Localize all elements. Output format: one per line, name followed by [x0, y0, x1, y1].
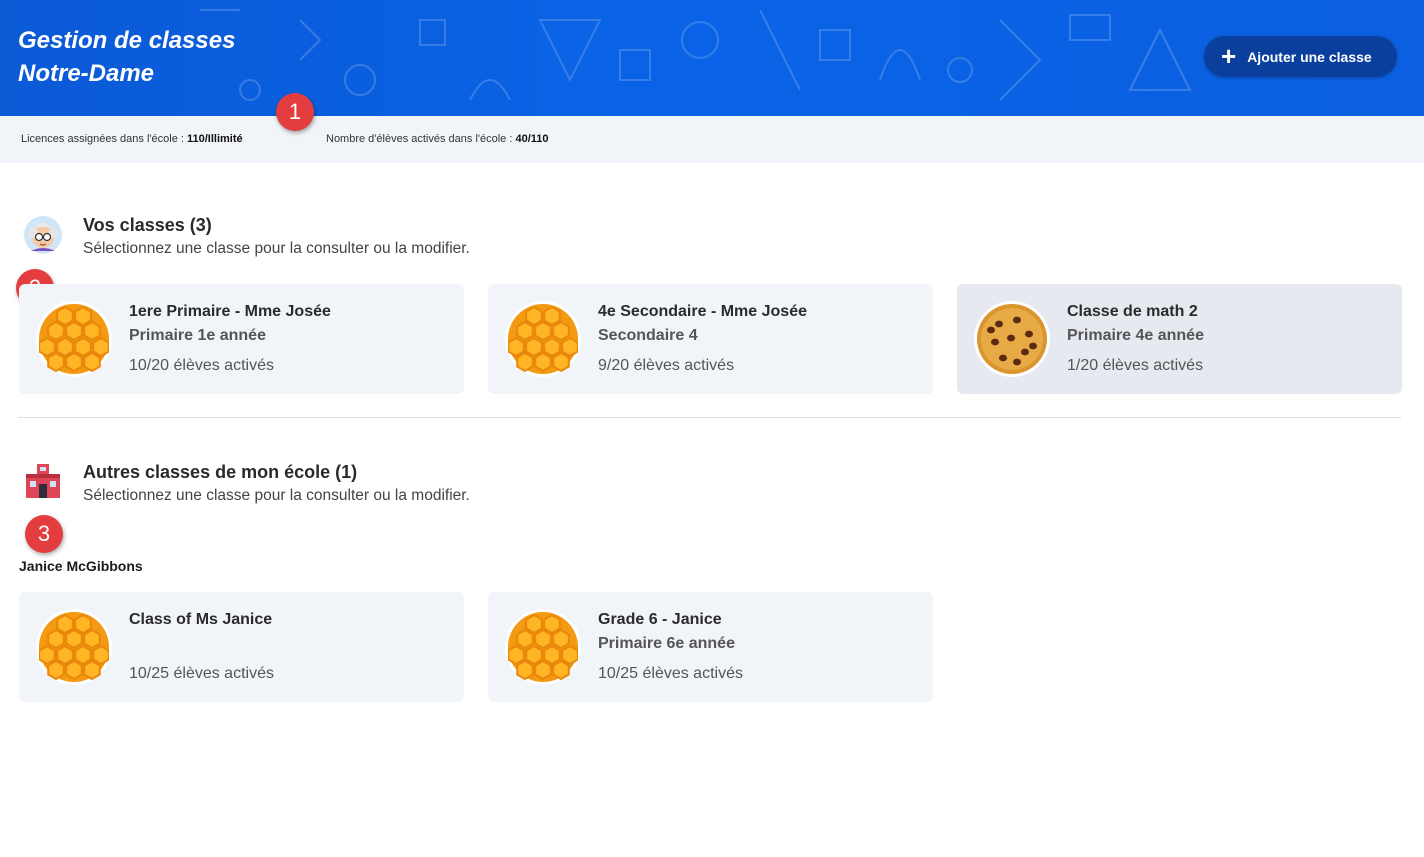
- honeycomb-icon: [36, 301, 112, 377]
- add-class-label: Ajouter une classe: [1247, 48, 1372, 65]
- honeycomb-icon: [505, 609, 581, 685]
- school-title: Gestion de classes Notre-Dame: [18, 24, 235, 90]
- licences-value: 110/Illimité: [186, 133, 243, 145]
- class-student-count: 1/20 élèves activés: [1067, 357, 1204, 374]
- plus-icon: +: [1221, 40, 1237, 71]
- class-title: 1ere Primaire - Mme Josée: [129, 303, 331, 320]
- students-stat: Nombre d'élèves activés dans l'école : 4…: [326, 133, 549, 145]
- class-title: Grade 6 - Janice: [598, 611, 722, 628]
- class-student-count: 10/20 élèves activés: [129, 357, 274, 374]
- class-grade: Primaire 6e année: [598, 635, 735, 652]
- school-building-icon: [26, 464, 60, 498]
- section-divider: [18, 417, 1401, 418]
- licences-label: Licences assignées dans l'école :: [21, 133, 187, 145]
- class-card[interactable]: Classe de math 2 Primaire 4e année 1/20 él…: [957, 284, 1402, 394]
- class-student-count: 9/20 élèves activés: [598, 357, 735, 374]
- title-line-2: Notre-Dame: [18, 60, 155, 87]
- page-header: Gestion de classes Notre-Dame + Ajouter …: [0, 0, 1424, 116]
- class-student-count: 10/25 élèves activés: [598, 665, 743, 682]
- my-classes-title: Vos classes (3): [83, 215, 212, 235]
- other-classes-title: Autres classes de mon école (1): [83, 462, 358, 482]
- school-stats-bar: Licences assignées dans l'école : 110/Il…: [0, 116, 1424, 163]
- title-line-1: Gestion de classes: [18, 27, 236, 54]
- students-label: Nombre d'élèves activés dans l'école :: [326, 133, 516, 145]
- students-value: 40/110: [515, 133, 549, 145]
- class-student-count: 10/25 élèves activés: [129, 665, 274, 682]
- add-class-button[interactable]: + Ajouter une classe: [1204, 36, 1397, 77]
- annotation-marker-1: 1: [276, 93, 314, 131]
- class-title: Class of Ms Janice: [129, 611, 273, 628]
- cookie-icon: [974, 301, 1050, 377]
- other-classes-subtitle: Sélectionnez une classe pour la consulte…: [83, 487, 470, 504]
- class-card[interactable]: 4e Secondaire - Mme Josée Secondaire 4 9/2…: [488, 284, 933, 394]
- class-card[interactable]: Class of Ms Janice 10/25 élèves activés: [19, 592, 464, 702]
- teacher-avatar-icon: [24, 216, 62, 254]
- teacher-name: Janice McGibbons: [19, 558, 143, 574]
- class-card[interactable]: Grade 6 - Janice Primaire 6e année 10/25 é…: [488, 592, 933, 702]
- class-title: 4e Secondaire - Mme Josée: [598, 303, 807, 320]
- honeycomb-icon: [36, 609, 112, 685]
- class-grade: Primaire 4e année: [1067, 327, 1204, 344]
- class-grade: Secondaire 4: [598, 327, 698, 344]
- annotation-marker-3: 3: [25, 515, 63, 553]
- licences-stat: Licences assignées dans l'école : 110/Il…: [21, 133, 243, 145]
- class-card[interactable]: 1ere Primaire - Mme Josée Primaire 1e ann…: [19, 284, 464, 394]
- class-title: Classe de math 2: [1067, 303, 1198, 320]
- class-grade: Primaire 1e année: [129, 327, 266, 344]
- honeycomb-icon: [505, 301, 581, 377]
- my-classes-subtitle: Sélectionnez une classe pour la consulte…: [83, 240, 470, 257]
